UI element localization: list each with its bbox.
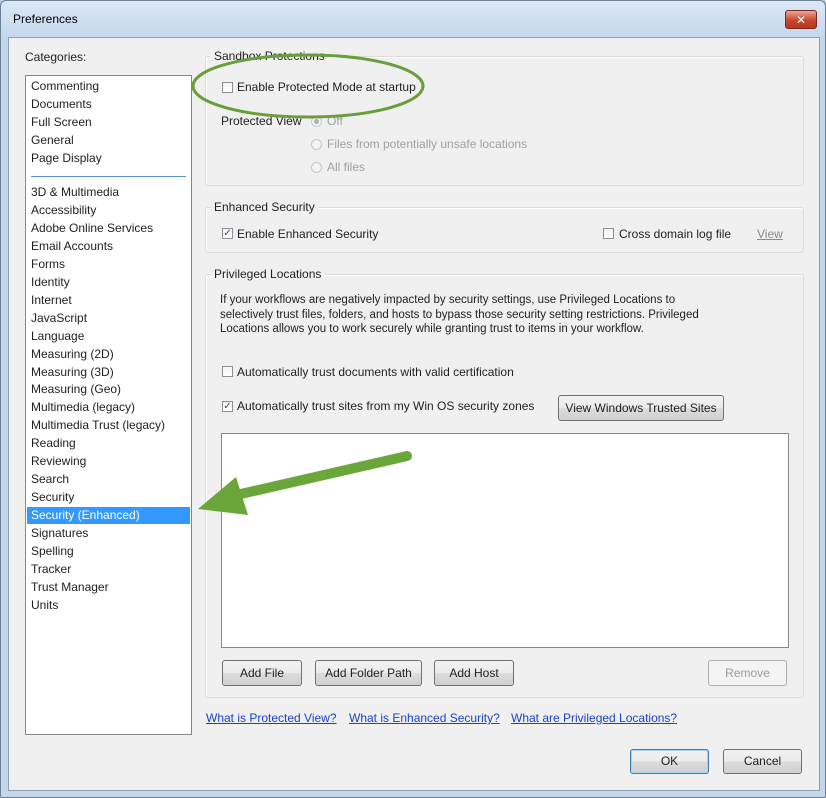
privileged-locations-help-link[interactable]: What are Privileged Locations?	[511, 711, 677, 725]
preferences-window: Preferences ✕ Categories: Commenting Docu…	[0, 0, 826, 798]
add-file-button[interactable]: Add File	[222, 660, 302, 686]
category-item[interactable]: Spelling	[27, 543, 190, 560]
protected-mode-label[interactable]: Enable Protected Mode at startup	[237, 80, 416, 94]
privileged-locations-list[interactable]	[221, 433, 789, 648]
protected-view-off-label: Off	[327, 114, 343, 128]
privileged-description: If your workflows are negatively impacte…	[220, 294, 699, 335]
title-bar[interactable]: Preferences ✕	[1, 1, 825, 37]
category-item[interactable]: Measuring (Geo)	[27, 381, 190, 398]
enhanced-security-help-link[interactable]: What is Enhanced Security?	[349, 711, 500, 725]
category-item[interactable]: Forms	[27, 256, 190, 273]
ok-button[interactable]: OK	[630, 749, 709, 774]
category-item[interactable]: JavaScript	[27, 310, 190, 327]
auto-trust-cert-checkbox[interactable]	[222, 366, 233, 377]
remove-button[interactable]: Remove	[708, 660, 787, 686]
close-icon: ✕	[795, 12, 807, 27]
enhanced-security-legend: Enhanced Security	[211, 200, 318, 214]
cross-domain-log-label[interactable]: Cross domain log file	[619, 227, 731, 241]
protected-view-help-link[interactable]: What is Protected View?	[206, 711, 337, 725]
auto-trust-cert-label[interactable]: Automatically trust documents with valid…	[237, 365, 514, 379]
auto-trust-sites-label[interactable]: Automatically trust sites from my Win OS…	[237, 399, 534, 413]
category-item[interactable]: Security	[27, 489, 190, 506]
categories-label: Categories:	[25, 50, 87, 64]
view-windows-trusted-sites-button[interactable]: View Windows Trusted Sites	[558, 395, 724, 421]
protected-view-unsafe-radio[interactable]	[311, 139, 322, 150]
protected-view-all-radio[interactable]	[311, 162, 322, 173]
category-item[interactable]: Identity	[27, 274, 190, 291]
check-icon: ✓	[223, 228, 232, 239]
protected-view-off-radio[interactable]	[311, 116, 322, 127]
category-item[interactable]: Page Display	[27, 150, 190, 167]
add-folder-path-button[interactable]: Add Folder Path	[315, 660, 422, 686]
close-button[interactable]: ✕	[785, 10, 817, 29]
category-item[interactable]: Reading	[27, 435, 190, 452]
category-item[interactable]: Language	[27, 328, 190, 345]
check-icon: ✓	[223, 401, 232, 412]
category-item[interactable]: Signatures	[27, 525, 190, 542]
category-item[interactable]: General	[27, 132, 190, 149]
category-item[interactable]: Internet	[27, 292, 190, 309]
auto-trust-sites-checkbox[interactable]: ✓	[222, 401, 233, 412]
category-item[interactable]: Measuring (3D)	[27, 364, 190, 381]
category-item[interactable]: Full Screen	[27, 114, 190, 131]
protected-mode-checkbox[interactable]	[222, 82, 233, 93]
enable-enhanced-security-label[interactable]: Enable Enhanced Security	[237, 227, 378, 241]
category-item[interactable]: Commenting	[27, 78, 190, 95]
enable-enhanced-security-checkbox[interactable]: ✓	[222, 228, 233, 239]
categories-separator	[31, 176, 186, 177]
category-item[interactable]: Multimedia (legacy)	[27, 399, 190, 416]
category-item[interactable]: Reviewing	[27, 453, 190, 470]
cross-domain-log-checkbox[interactable]	[603, 228, 614, 239]
protected-view-label: Protected View	[221, 114, 302, 128]
category-item[interactable]: Accessibility	[27, 202, 190, 219]
cancel-button[interactable]: Cancel	[723, 749, 802, 774]
categories-list[interactable]: Commenting Documents Full Screen General Pag…	[25, 75, 192, 735]
sandbox-protections-legend: Sandbox Protections	[211, 49, 328, 63]
category-item[interactable]: Email Accounts	[27, 238, 190, 255]
category-item[interactable]: 3D & Multimedia	[27, 184, 190, 201]
category-item[interactable]: Search	[27, 471, 190, 488]
window-title: Preferences	[13, 12, 78, 26]
category-item[interactable]: Documents	[27, 96, 190, 113]
view-log-link[interactable]: View	[757, 227, 783, 241]
privileged-locations-legend: Privileged Locations	[211, 267, 325, 281]
category-item[interactable]: Units	[27, 597, 190, 614]
category-item[interactable]: Measuring (2D)	[27, 346, 190, 363]
dialog-body: Categories: Commenting Documents Full Scre…	[8, 37, 820, 791]
protected-view-all-label: All files	[327, 160, 366, 174]
add-host-button[interactable]: Add Host	[434, 660, 514, 686]
category-item[interactable]: Adobe Online Services	[27, 220, 190, 237]
protected-view-unsafe-label: Files from potentially unsafe locations	[327, 137, 528, 151]
category-item[interactable]: Multimedia Trust (legacy)	[27, 417, 190, 434]
category-item[interactable]: Tracker	[27, 561, 190, 578]
category-item-selected[interactable]: Security (Enhanced)	[27, 507, 190, 525]
category-item[interactable]: Trust Manager	[27, 579, 190, 596]
